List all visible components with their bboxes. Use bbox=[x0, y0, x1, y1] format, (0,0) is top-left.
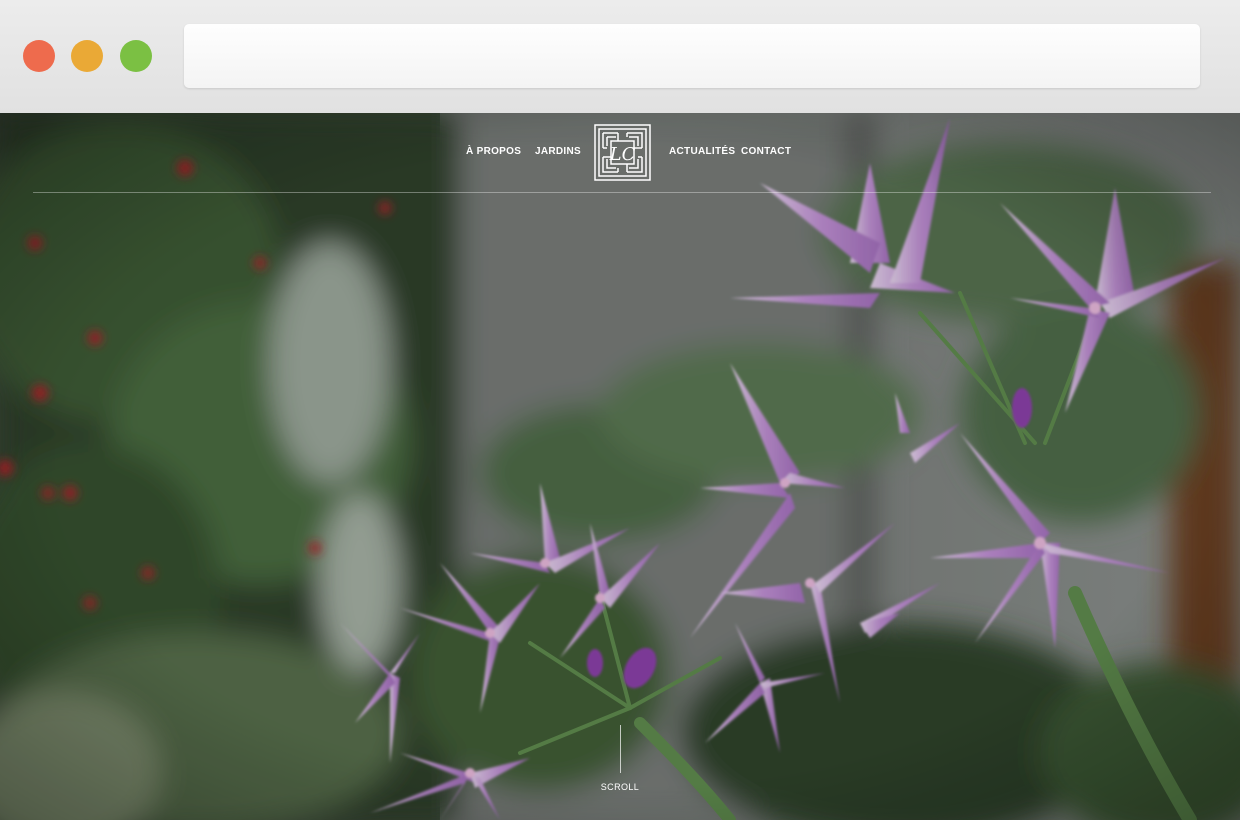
main-navigation: À PROPOS JARDINS LC ACTUALITÉS CONTACT bbox=[0, 113, 1240, 193]
logo-monogram: LC bbox=[609, 144, 636, 165]
hero-section: À PROPOS JARDINS LC ACTUALITÉS CONTACT S… bbox=[0, 113, 1240, 820]
nav-divider bbox=[33, 192, 1211, 193]
hero-overlay bbox=[0, 113, 1240, 820]
close-window-button[interactable] bbox=[23, 40, 55, 72]
site-logo[interactable]: LC bbox=[594, 124, 651, 181]
scroll-indicator[interactable]: SCROLL bbox=[0, 725, 1240, 795]
maximize-window-button[interactable] bbox=[120, 40, 152, 72]
nav-link-jardins[interactable]: JARDINS bbox=[535, 146, 581, 157]
browser-chrome bbox=[0, 0, 1240, 113]
nav-link-a-propos[interactable]: À PROPOS bbox=[466, 146, 521, 157]
nav-link-contact[interactable]: CONTACT bbox=[741, 146, 791, 157]
scroll-label: SCROLL bbox=[600, 782, 640, 792]
scroll-line bbox=[620, 725, 621, 773]
address-bar[interactable] bbox=[184, 24, 1200, 88]
nav-link-actualites[interactable]: ACTUALITÉS bbox=[669, 146, 735, 157]
minimize-window-button[interactable] bbox=[71, 40, 103, 72]
